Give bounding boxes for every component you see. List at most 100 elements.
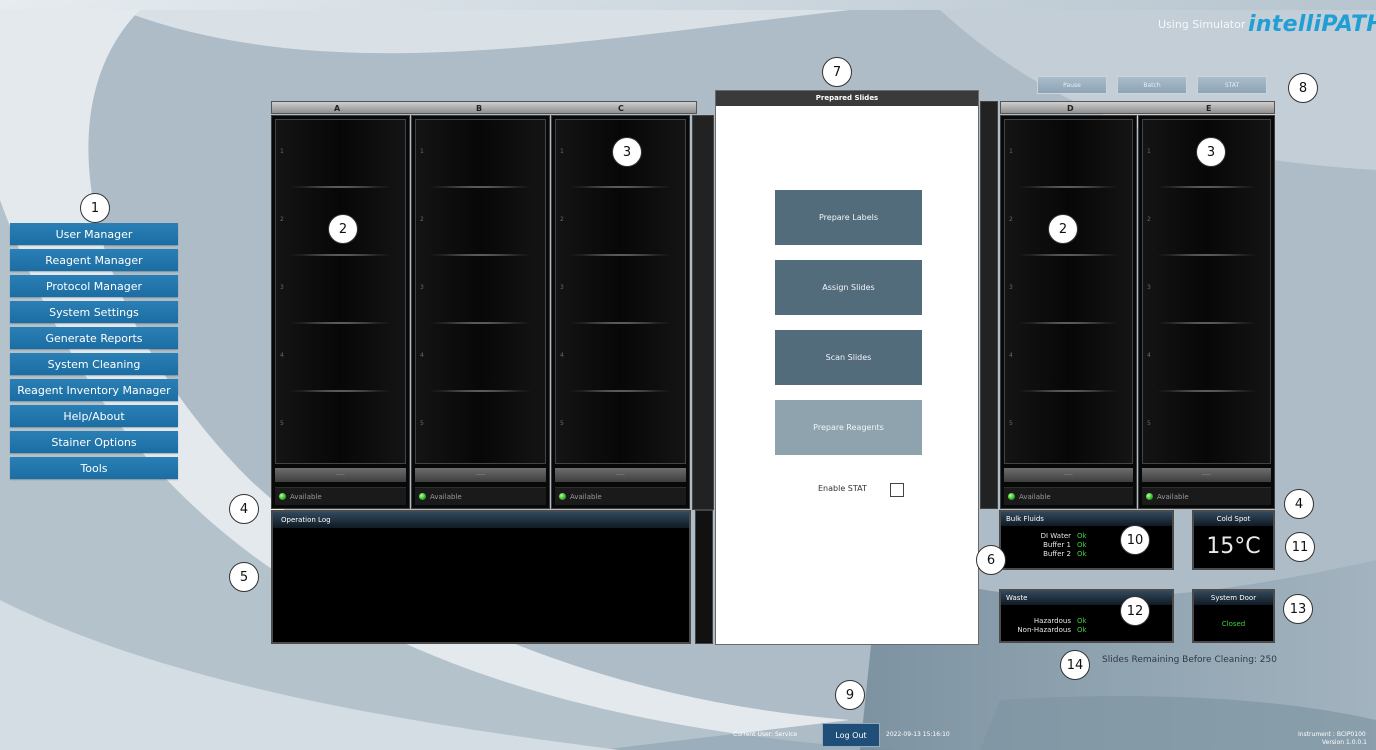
status-led-icon <box>1008 493 1015 500</box>
logout-button[interactable]: Log Out <box>822 723 880 747</box>
slot-number: 4 <box>280 352 284 359</box>
batch-button[interactable]: Batch <box>1117 76 1187 94</box>
current-user-label: Current User: Service <box>733 731 798 738</box>
system-door-panel: System Door Closed <box>1192 589 1275 643</box>
callout-marker: 8 <box>1288 73 1318 103</box>
slide-rack-b[interactable]: 1 2 3 4 5 ---- Available <box>411 115 550 509</box>
rack-bottom-label: ---- <box>555 468 686 482</box>
rack-bottom-label: ---- <box>1142 468 1271 482</box>
menu-item-user-manager[interactable]: User Manager <box>10 223 178 245</box>
slot-number: 5 <box>1147 420 1151 427</box>
callout-marker: 11 <box>1285 532 1315 562</box>
waste-status: Ok <box>1077 617 1087 625</box>
slot-number: 3 <box>1147 284 1151 291</box>
callout-marker: 3 <box>1196 137 1226 167</box>
prepare-reagents-button[interactable]: Prepare Reagents <box>775 400 922 455</box>
bulk-fluids-title: Bulk Fluids <box>1001 512 1172 526</box>
rack-edge-right <box>980 101 998 509</box>
rack-header-abc: A B C <box>271 101 697 114</box>
callout-marker: 13 <box>1283 594 1313 624</box>
status-led-icon <box>1146 493 1153 500</box>
intellipath-logo: intelliPATH <box>1248 12 1376 37</box>
slot-number: 3 <box>1009 284 1013 291</box>
status-led-icon <box>419 493 426 500</box>
rack-bottom-label: ---- <box>1004 468 1133 482</box>
waste-name: Hazardous <box>1033 617 1071 625</box>
menu-item-reagent-manager[interactable]: Reagent Manager <box>10 249 178 271</box>
menu-item-reagent-inventory-manager[interactable]: Reagent Inventory Manager <box>10 379 178 401</box>
status-text: Available <box>430 492 462 501</box>
menu-item-tools[interactable]: Tools <box>10 457 178 479</box>
slot-number: 5 <box>280 420 284 427</box>
callout-marker: 10 <box>1120 525 1150 555</box>
rack-bottom-label: ---- <box>415 468 546 482</box>
callout-marker: 4 <box>1284 489 1314 519</box>
bulk-fluid-name: DI Water <box>1040 532 1071 540</box>
slot-number: 3 <box>420 284 424 291</box>
waste-name: Non-Hazardous <box>1017 626 1071 634</box>
rack-slots: 1 2 3 4 5 <box>1142 119 1271 464</box>
rack-header-de: D E <box>1000 101 1275 114</box>
callout-marker: 14 <box>1060 650 1090 680</box>
menu-item-protocol-manager[interactable]: Protocol Manager <box>10 275 178 297</box>
bulk-fluid-status: Ok <box>1077 532 1087 540</box>
callout-marker: 4 <box>229 494 259 524</box>
using-simulator-label: Using Simulator <box>1158 18 1246 31</box>
rack-letter: C <box>618 104 624 113</box>
rack-edge-left <box>692 115 714 510</box>
rack-slots: 1 2 3 4 5 <box>555 119 686 464</box>
menu-item-generate-reports[interactable]: Generate Reports <box>10 327 178 349</box>
cold-spot-panel: Cold Spot 15°C <box>1192 510 1275 570</box>
status-text: Available <box>570 492 602 501</box>
slot-number: 2 <box>1009 216 1013 223</box>
instrument-label: Instrument : BCIP0100 <box>1298 731 1366 738</box>
slides-remaining-text: Slides Remaining Before Cleaning: 250 <box>1102 655 1277 665</box>
rack-slots: 1 2 3 4 5 <box>415 119 546 464</box>
enable-stat-checkbox[interactable] <box>890 483 904 497</box>
slot-number: 2 <box>280 216 284 223</box>
slide-rack-c[interactable]: 1 2 3 4 5 ---- Available <box>551 115 690 509</box>
system-door-title: System Door <box>1194 591 1273 605</box>
menu-item-help-about[interactable]: Help/About <box>10 405 178 427</box>
rack-bottom-label: ---- <box>275 468 406 482</box>
rack-slots: 1 2 3 4 5 <box>275 119 406 464</box>
bulk-fluid-status: Ok <box>1077 541 1087 549</box>
slot-number: 4 <box>560 352 564 359</box>
rack-status: Available <box>555 487 686 505</box>
operation-log-panel[interactable]: Operation Log <box>271 510 691 644</box>
datetime-label: 2022-09-13 15:16:10 <box>886 731 950 738</box>
slot-number: 1 <box>560 148 564 155</box>
slot-number: 3 <box>280 284 284 291</box>
status-text: Available <box>1019 492 1051 501</box>
menu-item-system-settings[interactable]: System Settings <box>10 301 178 323</box>
stat-button[interactable]: STAT <box>1197 76 1267 94</box>
slot-number: 2 <box>420 216 424 223</box>
callout-marker: 3 <box>612 137 642 167</box>
prepare-labels-button[interactable]: Prepare Labels <box>775 190 922 245</box>
slide-rack-e[interactable]: 1 2 3 4 5 ---- Available <box>1138 115 1275 509</box>
cold-spot-title: Cold Spot <box>1194 512 1273 526</box>
scan-slides-button[interactable]: Scan Slides <box>775 330 922 385</box>
callout-marker: 2 <box>328 214 358 244</box>
menu-item-stainer-options[interactable]: Stainer Options <box>10 431 178 453</box>
slot-number: 4 <box>420 352 424 359</box>
bulk-fluid-status: Ok <box>1077 550 1087 558</box>
cold-spot-temperature: 15°C <box>1206 534 1261 559</box>
rack-slots: 1 2 3 4 5 <box>1004 119 1133 464</box>
slide-rack-a[interactable]: 1 2 3 4 5 ---- Available <box>271 115 410 509</box>
slide-rack-d[interactable]: 1 2 3 4 5 ---- Available <box>1000 115 1137 509</box>
status-text: Available <box>1157 492 1189 501</box>
assign-slides-button[interactable]: Assign Slides <box>775 260 922 315</box>
slot-number: 4 <box>1147 352 1151 359</box>
menu-item-system-cleaning[interactable]: System Cleaning <box>10 353 178 375</box>
rack-letter: A <box>334 104 341 113</box>
slot-number: 2 <box>560 216 564 223</box>
rack-letter: D <box>1067 104 1074 113</box>
enable-stat-label: Enable STAT <box>818 484 867 493</box>
waste-status: Ok <box>1077 626 1087 634</box>
version-label: Version 1.0.0.1 <box>1322 739 1367 746</box>
pause-button[interactable]: Pause <box>1037 76 1107 94</box>
slot-number: 1 <box>420 148 424 155</box>
slot-number: 5 <box>1009 420 1013 427</box>
slot-number: 1 <box>280 148 284 155</box>
